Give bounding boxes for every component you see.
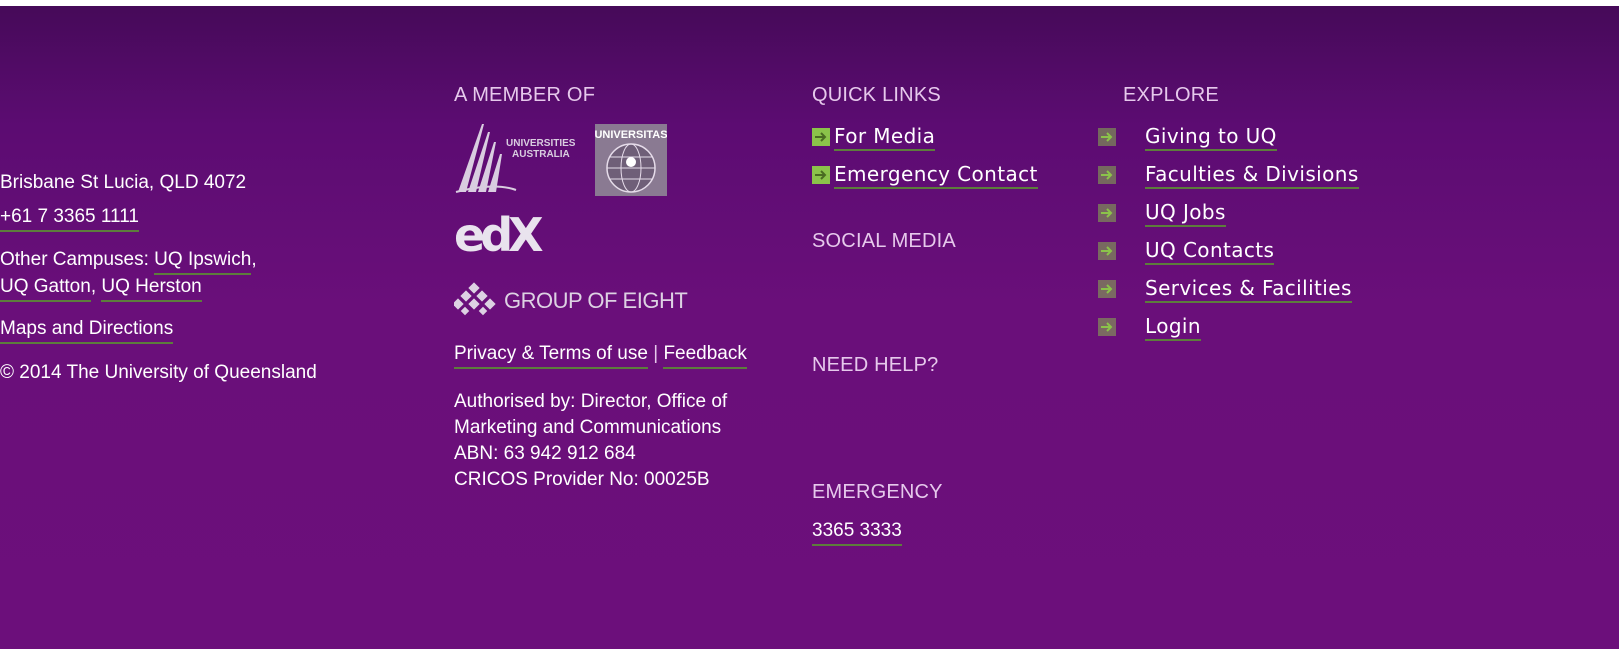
quick-links-block: QUICK LINKS For Media Emergency Contact … bbox=[812, 83, 1112, 546]
link-separator: | bbox=[653, 343, 659, 364]
explore-link-label: Giving to UQ bbox=[1145, 124, 1277, 151]
group-of-eight-logo[interactable]: GROUP OF EIGHT bbox=[452, 282, 694, 319]
need-help-heading: NEED HELP? bbox=[812, 354, 939, 376]
arrow-right-icon bbox=[1098, 318, 1116, 336]
member-of-heading: A MEMBER OF bbox=[454, 84, 596, 106]
universities-australia-logo[interactable]: UNIVERSITIES AUSTRALIA bbox=[454, 122, 587, 197]
edx-icon: edX bbox=[454, 208, 548, 262]
svg-text:AUSTRALIA: AUSTRALIA bbox=[512, 149, 570, 160]
member-of-block: A MEMBER OF UNIVERSITIES AUSTRALIA UNIVE… bbox=[452, 83, 794, 490]
campus-gatton-link[interactable]: UQ Gatton bbox=[0, 276, 91, 302]
explore-link-label: UQ Contacts bbox=[1145, 238, 1275, 265]
maps-directions-link[interactable]: Maps and Directions bbox=[0, 318, 174, 344]
arrow-right-icon bbox=[812, 166, 830, 184]
other-campuses-line2: UQ Gatton, UQ Herston bbox=[0, 276, 202, 302]
authorised-line-2: Marketing and Communications bbox=[454, 417, 722, 438]
edx-logo[interactable]: edX bbox=[454, 208, 550, 262]
arrow-right-icon bbox=[1098, 128, 1116, 146]
explore-link-label: Services & Facilities bbox=[1145, 276, 1352, 303]
comma: , bbox=[251, 249, 257, 270]
svg-text:GROUP OF EIGHT: GROUP OF EIGHT bbox=[504, 288, 687, 313]
site-footer: Brisbane St Lucia, QLD 4072 +61 7 3365 1… bbox=[0, 6, 1619, 649]
campus-herston-link[interactable]: UQ Herston bbox=[101, 276, 202, 302]
arrow-right-icon bbox=[1098, 242, 1116, 260]
campuses-prefix: Other Campuses: bbox=[0, 249, 155, 270]
svg-text:UNIVERSITIES: UNIVERSITIES bbox=[506, 138, 576, 149]
quick-link-label: For Media bbox=[834, 124, 936, 151]
comma: , bbox=[90, 276, 97, 297]
universities-australia-icon: UNIVERSITIES AUSTRALIA bbox=[455, 124, 576, 193]
group-of-eight-icon: GROUP OF EIGHT bbox=[452, 282, 688, 316]
explore-link-label: Faculties & Divisions bbox=[1145, 162, 1359, 189]
social-media-heading: SOCIAL MEDIA bbox=[812, 230, 956, 252]
phone-link[interactable]: +61 7 3365 1111 bbox=[0, 206, 139, 232]
universitas-globe-icon: UNIVERSITAS bbox=[594, 124, 668, 196]
explore-heading: EXPLORE bbox=[1123, 84, 1219, 106]
quick-links-heading: QUICK LINKS bbox=[812, 84, 941, 106]
emergency-heading: EMERGENCY bbox=[812, 481, 943, 503]
explore-block: EXPLORE Giving to UQ Faculties & Divisio… bbox=[1098, 83, 1518, 341]
explore-link-label: UQ Jobs bbox=[1145, 200, 1226, 227]
authorisation-block: Authorised by: Director, Office of Marke… bbox=[454, 389, 727, 493]
other-campuses: Other Campuses: UQ Ipswich, bbox=[0, 249, 257, 275]
svg-text:edX: edX bbox=[454, 209, 543, 257]
universitas-21-logo[interactable]: UNIVERSITAS bbox=[594, 124, 668, 199]
copyright: © 2014 The University of Queensland bbox=[0, 362, 317, 383]
arrow-right-icon bbox=[812, 128, 830, 146]
explore-link-label: Login bbox=[1145, 314, 1201, 341]
privacy-terms-link[interactable]: Privacy & Terms of use bbox=[454, 343, 648, 369]
cricos: CRICOS Provider No: 00025B bbox=[454, 469, 710, 490]
authorised-line-1: Authorised by: Director, Office of bbox=[454, 391, 728, 412]
arrow-right-icon bbox=[1098, 280, 1116, 298]
svg-text:UNIVERSITAS: UNIVERSITAS bbox=[595, 129, 667, 141]
address-line: Brisbane St Lucia, QLD 4072 bbox=[0, 172, 247, 193]
quick-link-label: Emergency Contact bbox=[834, 162, 1038, 189]
emergency-number-link[interactable]: 3365 3333 bbox=[812, 520, 902, 546]
abn: ABN: 63 942 912 684 bbox=[454, 443, 636, 464]
arrow-right-icon bbox=[1098, 204, 1116, 222]
arrow-right-icon bbox=[1098, 166, 1116, 184]
policy-links: Privacy & Terms of use | Feedback bbox=[454, 343, 747, 369]
feedback-link[interactable]: Feedback bbox=[663, 343, 747, 369]
campus-ipswich-link[interactable]: UQ Ipswich bbox=[154, 249, 252, 275]
